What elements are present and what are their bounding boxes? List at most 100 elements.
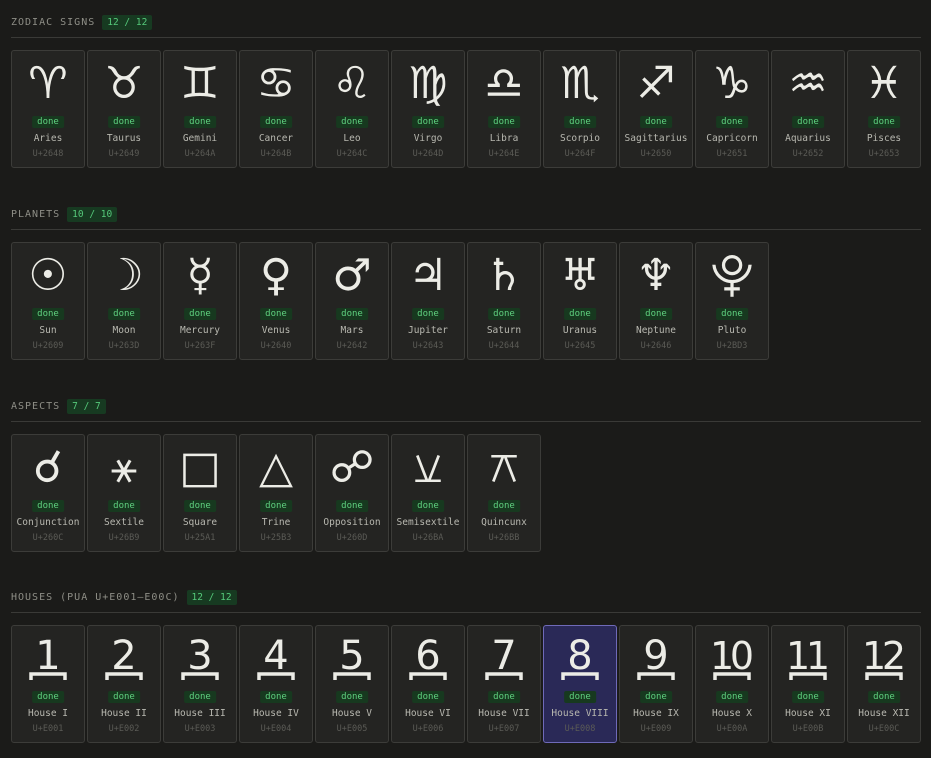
glyph-card[interactable]: 11 done House XI U+E00B (771, 625, 845, 743)
status-badge: done (184, 116, 216, 128)
glyph-card[interactable]: 7 done House VII U+E007 (467, 625, 541, 743)
glyph-card[interactable]: ♊ done Gemini U+264A (163, 50, 237, 168)
glyph-card[interactable]: 2 done House II U+E002 (87, 625, 161, 743)
section-header: ASPECTS 7 / 7 (11, 397, 921, 415)
glyph-icon: ☌ (33, 442, 63, 493)
status-badge: done (32, 500, 64, 512)
section-header: ZODIAC SIGNS 12 / 12 (11, 13, 921, 31)
house-numeral: 11 (786, 634, 830, 678)
glyph-card[interactable]: ♆ done Neptune U+2646 (619, 242, 693, 360)
status-badge: done (184, 308, 216, 320)
glyph-codepoint: U+264A (184, 149, 216, 159)
glyph-codepoint: U+E002 (108, 724, 140, 734)
glyph-icon: 7 (468, 632, 540, 686)
house-numeral: 7 (491, 633, 516, 679)
glyph-card[interactable]: □ done Square U+25A1 (163, 434, 237, 552)
glyph-card[interactable]: 5 done House V U+E005 (315, 625, 389, 743)
glyph-card[interactable]: △ done Trine U+25B3 (239, 434, 313, 552)
glyph-card[interactable]: 10 done House X U+E00A (695, 625, 769, 743)
glyph-grid: ☉ done Sun U+2609 ☽ done Moon U+263D ☿ done Mercur… (11, 242, 771, 360)
section-divider (11, 229, 921, 230)
glyph-card[interactable]: 12 done House XII U+E00C (847, 625, 921, 743)
glyph-icon: 6 (392, 632, 464, 686)
status-badge: done (336, 308, 368, 320)
glyph-card[interactable]: ♄ done Saturn U+2644 (467, 242, 541, 360)
glyph-card[interactable]: ♑ done Capricorn U+2651 (695, 50, 769, 168)
glyph-card[interactable]: ♎ done Libra U+264E (467, 50, 541, 168)
glyph-card[interactable]: ♂ done Mars U+2642 (315, 242, 389, 360)
glyph-card[interactable]: ☽ done Moon U+263D (87, 242, 161, 360)
glyph-card[interactable]: ☌ done Conjunction U+260C (11, 434, 85, 552)
status-badge: done (564, 116, 596, 128)
glyph-card[interactable]: ☿ done Mercury U+263F (163, 242, 237, 360)
glyph-icon: ♒ (788, 58, 828, 109)
glyph-name: House I (27, 708, 69, 719)
glyph-card[interactable]: ♋ done Cancer U+264B (239, 50, 313, 168)
glyph-card[interactable]: 6 done House VI U+E006 (391, 625, 465, 743)
glyph-card[interactable]: ♓ done Pisces U+2653 (847, 50, 921, 168)
glyph-name: Conjunction (16, 517, 80, 528)
glyph-card[interactable]: ⚹ done Sextile U+26B9 (87, 434, 161, 552)
glyph-card[interactable]: ♒ done Aquarius U+2652 (771, 50, 845, 168)
glyph-card[interactable]: ⯓ done Pluto U+2BD3 (695, 242, 769, 360)
glyph-card[interactable]: ♏ done Scorpio U+264F (543, 50, 617, 168)
house-glyph-icon: 5 (333, 633, 371, 680)
glyph-codepoint: U+E006 (412, 724, 444, 734)
glyph-codepoint: U+2653 (868, 149, 900, 159)
glyph-name: Virgo (413, 133, 443, 144)
glyph-icon: □ (179, 442, 221, 493)
status-badge: done (108, 308, 140, 320)
glyph-card[interactable]: ♀ done Venus U+2640 (239, 242, 313, 360)
glyph-card[interactable]: ♃ done Jupiter U+2643 (391, 242, 465, 360)
glyph-icon: ♍ (408, 58, 448, 109)
glyph-card[interactable]: ☉ done Sun U+2609 (11, 242, 85, 360)
glyph-codepoint: U+260C (32, 533, 64, 543)
glyph-name: Leo (343, 133, 361, 144)
glyph-name: Quincunx (481, 517, 527, 528)
house-glyph-icon: 9 (637, 633, 675, 680)
glyph-card[interactable]: ♈ done Aries U+2648 (11, 50, 85, 168)
glyph-card[interactable]: 4 done House IV U+E004 (239, 625, 313, 743)
glyph-icon: ⯓ (710, 250, 754, 301)
section-count-badge: 12 / 12 (186, 589, 237, 605)
glyph-name: Aries (33, 133, 63, 144)
glyph-card[interactable]: ♅ done Uranus U+2645 (543, 242, 617, 360)
glyph-icon: ♑ (712, 58, 752, 109)
glyph-name: Capricorn (706, 133, 758, 144)
glyph-grid: 1 done House I U+E001 2 done House II U+E002 3 do… (11, 625, 923, 743)
status-badge: done (488, 116, 520, 128)
status-badge: done (564, 308, 596, 320)
glyph-card[interactable]: 3 done House III U+E003 (163, 625, 237, 743)
glyph-codepoint: U+E00C (868, 724, 900, 734)
glyph-icon: △ (259, 442, 293, 493)
glyph-card[interactable]: ♍ done Virgo U+264D (391, 50, 465, 168)
glyph-name: House V (331, 708, 373, 719)
glyph-icon: 9 (620, 632, 692, 686)
status-badge: done (412, 691, 444, 703)
glyph-card[interactable]: 1 done House I U+E001 (11, 625, 85, 743)
glyph-icon: ♐ (636, 58, 676, 109)
glyph-name: House IV (253, 708, 299, 719)
glyph-card[interactable]: ♉ done Taurus U+2649 (87, 50, 161, 168)
glyph-name: Mars (340, 325, 364, 336)
glyph-card[interactable]: ♐ done Sagittarius U+2650 (619, 50, 693, 168)
glyph-card[interactable]: ⚻ done Quincunx U+26BB (467, 434, 541, 552)
status-badge: done (336, 116, 368, 128)
status-badge: done (260, 691, 292, 703)
house-numeral: 10 (710, 634, 754, 678)
glyph-codepoint: U+E008 (564, 724, 596, 734)
status-badge: done (412, 116, 444, 128)
glyph-card[interactable]: 9 done House IX U+E009 (619, 625, 693, 743)
house-numeral: 12 (862, 634, 906, 678)
glyph-card[interactable]: ♌ done Leo U+264C (315, 50, 389, 168)
glyph-name: House VIII (551, 708, 609, 719)
glyph-name: Sun (39, 325, 57, 336)
glyph-card[interactable]: ⚺ done Semisextile U+26BA (391, 434, 465, 552)
section-title: ZODIAC SIGNS (11, 16, 96, 28)
glyph-card[interactable]: 8 done House VIII U+E008 (543, 625, 617, 743)
status-badge: done (640, 308, 672, 320)
glyph-name: Uranus (562, 325, 598, 336)
status-badge: done (488, 308, 520, 320)
glyph-card[interactable]: ☍ done Opposition U+260D (315, 434, 389, 552)
house-numeral: 3 (187, 633, 212, 679)
